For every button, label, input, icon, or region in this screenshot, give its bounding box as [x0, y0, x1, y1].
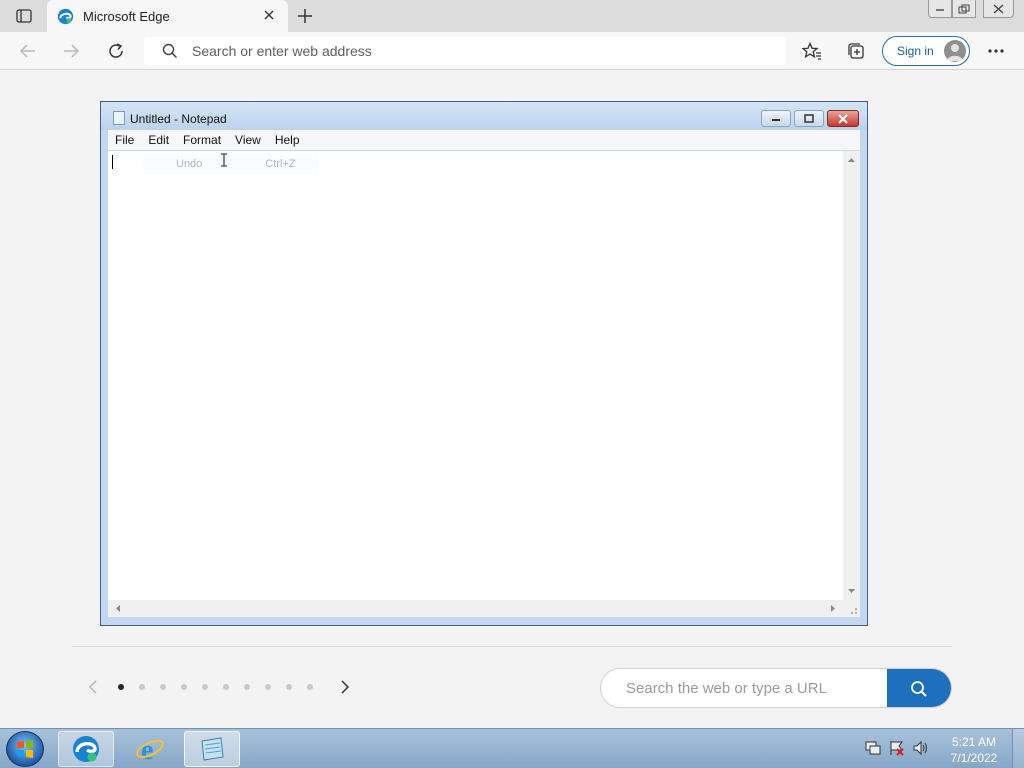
- favorites-button[interactable]: [801, 40, 823, 62]
- carousel-dot[interactable]: [139, 684, 145, 690]
- forward-button[interactable]: [60, 40, 82, 62]
- resize-grip-icon[interactable]: [843, 600, 860, 617]
- internet-explorer-icon: e: [136, 735, 164, 764]
- address-bar[interactable]: Search or enter web address: [144, 37, 786, 65]
- menu-edit[interactable]: Edit: [141, 133, 176, 147]
- web-search-button[interactable]: [887, 669, 951, 707]
- carousel-dot[interactable]: [118, 684, 124, 690]
- notepad-icon: [113, 111, 125, 125]
- notepad-icon: [201, 737, 224, 761]
- carousel-dot[interactable]: [265, 684, 271, 690]
- fading-undo-menu-item: Undo Ctrl+Z: [143, 153, 319, 175]
- close-tab-icon[interactable]: [262, 8, 276, 22]
- back-button[interactable]: [17, 40, 39, 62]
- notepad-minimize-button[interactable]: [761, 110, 791, 127]
- refresh-button[interactable]: [105, 40, 127, 62]
- window-close-button[interactable]: [983, 0, 1014, 18]
- avatar-icon: [944, 40, 966, 62]
- network-icon[interactable]: [888, 739, 906, 757]
- sign-in-label: Sign in: [897, 44, 934, 58]
- clock-time: 5:21 AM: [951, 735, 997, 749]
- scroll-down-icon[interactable]: [843, 585, 860, 597]
- action-center-flag-icon[interactable]: [864, 739, 882, 757]
- close-icon: [838, 113, 848, 124]
- carousel-dots: [118, 684, 328, 690]
- vertical-scrollbar[interactable]: [843, 151, 860, 600]
- back-arrow-icon: [19, 44, 35, 58]
- clock-date: 7/1/2022: [950, 751, 998, 765]
- favorites-star-icon: [802, 42, 821, 60]
- carousel-prev-icon[interactable]: [86, 679, 100, 695]
- forward-arrow-icon: [64, 44, 80, 58]
- notepad-menu-bar: File Edit Format View Help: [108, 130, 860, 150]
- show-desktop-button[interactable]: [1012, 729, 1024, 768]
- svg-text:e: e: [141, 735, 153, 764]
- window-minimize-button[interactable]: [928, 0, 952, 18]
- page-divider: [72, 646, 952, 647]
- search-icon: [911, 681, 927, 697]
- undo-shortcut: Ctrl+Z: [265, 158, 296, 170]
- taskbar-edge[interactable]: [58, 731, 114, 767]
- menu-view[interactable]: View: [228, 133, 268, 147]
- search-icon: [162, 43, 178, 59]
- start-button[interactable]: [6, 731, 44, 767]
- scroll-right-icon[interactable]: [827, 600, 839, 617]
- minimize-icon: [772, 118, 780, 121]
- edge-icon: [73, 736, 99, 762]
- menu-format[interactable]: Format: [176, 133, 228, 147]
- notepad-title-bar[interactable]: Untitled - Notepad: [101, 102, 867, 130]
- taskbar-internet-explorer[interactable]: e: [122, 731, 178, 767]
- collections-icon: [848, 43, 864, 59]
- tab-strip: Microsoft Edge: [0, 0, 1024, 32]
- taskbar-notepad[interactable]: [184, 731, 240, 767]
- sign-in-button[interactable]: Sign in: [882, 36, 970, 66]
- taskbar: e 5:21 AM 7/1/2022: [0, 728, 1024, 768]
- carousel-dot[interactable]: [160, 684, 166, 690]
- windows-logo-icon: [17, 740, 33, 758]
- edge-icon: [57, 8, 74, 24]
- scroll-up-icon[interactable]: [843, 154, 860, 166]
- tab-microsoft-edge[interactable]: Microsoft Edge: [47, 0, 288, 32]
- address-placeholder: Search or enter web address: [192, 43, 372, 59]
- notepad-window: Untitled - Notepad File Edit Format View…: [100, 101, 868, 626]
- system-tray: [864, 739, 936, 757]
- notepad-maximize-button[interactable]: [794, 110, 824, 127]
- settings-more-button[interactable]: [985, 40, 1007, 62]
- carousel-dot[interactable]: [307, 684, 313, 690]
- volume-icon[interactable]: [912, 739, 930, 757]
- carousel-next-icon[interactable]: [338, 679, 352, 695]
- browser-toolbar: Search or enter web address Sign in: [0, 32, 1024, 70]
- more-dots-icon: [988, 49, 1004, 53]
- horizontal-scrollbar[interactable]: [108, 600, 843, 617]
- window-restore-button[interactable]: [952, 0, 976, 18]
- maximize-icon: [804, 113, 814, 123]
- tab-title: Microsoft Edge: [83, 8, 170, 24]
- text-caret: [112, 155, 113, 169]
- undo-label: Undo: [176, 158, 203, 170]
- scroll-left-icon[interactable]: [112, 600, 124, 617]
- menu-file[interactable]: File: [108, 133, 141, 147]
- taskbar-clock[interactable]: 5:21 AM 7/1/2022: [940, 734, 1008, 766]
- notepad-close-button[interactable]: [827, 110, 859, 127]
- collections-button[interactable]: [845, 40, 867, 62]
- notepad-text-area[interactable]: Undo Ctrl+Z: [108, 151, 843, 600]
- new-tab-icon[interactable]: [296, 7, 314, 25]
- carousel-dot[interactable]: [286, 684, 292, 690]
- notepad-title: Untitled - Notepad: [130, 112, 227, 126]
- tab-actions-icon[interactable]: [8, 6, 40, 26]
- web-search-placeholder: Search the web or type a URL: [626, 680, 827, 697]
- carousel-dot[interactable]: [223, 684, 229, 690]
- text-cursor-icon: [221, 153, 227, 167]
- carousel-dot[interactable]: [244, 684, 250, 690]
- carousel-dot[interactable]: [181, 684, 187, 690]
- refresh-icon: [109, 43, 123, 58]
- web-search-box[interactable]: Search the web or type a URL: [600, 668, 952, 708]
- menu-help[interactable]: Help: [268, 133, 307, 147]
- carousel-dot[interactable]: [202, 684, 208, 690]
